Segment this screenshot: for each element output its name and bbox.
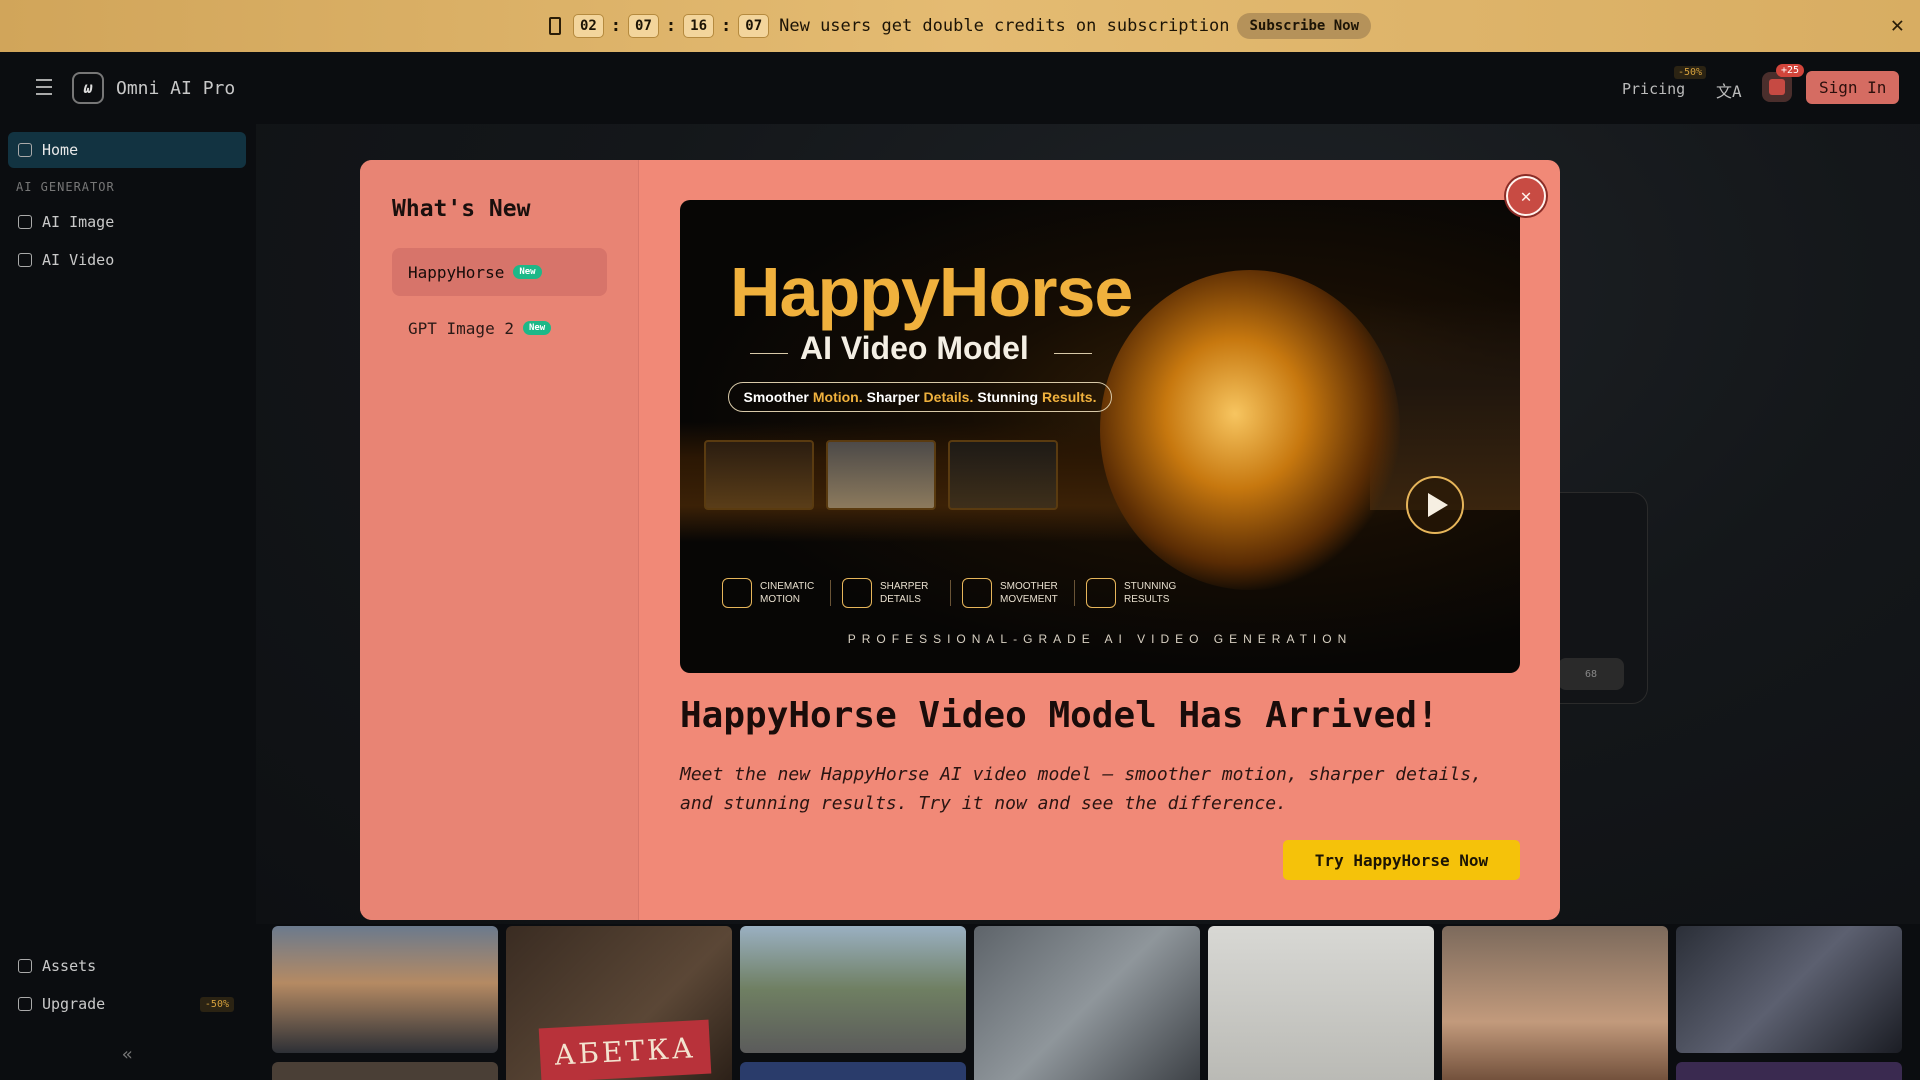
hero-tagline: Smoother Motion. Sharper Details. Stunni… <box>728 382 1112 412</box>
gallery-thumbnail[interactable] <box>740 926 966 1053</box>
sidebar-item-home[interactable]: Home <box>8 132 246 168</box>
phone-icon <box>548 17 561 35</box>
feature-stunning-results: STUNNING RESULTS <box>1086 576 1176 610</box>
announcement-description: Meet the new HappyHorse AI video model —… <box>680 764 1482 814</box>
gallery-thumbnail[interactable] <box>740 1062 966 1080</box>
feature-sharper-details: SHARPER DETAILS <box>842 576 928 610</box>
sidebar-item-label: Assets <box>42 957 97 975</box>
layers-icon <box>962 578 992 608</box>
hero-subtitle: AI Video Model <box>800 330 1029 366</box>
logo-icon[interactable]: ω <box>72 72 104 104</box>
modal-tab-panel: What's New HappyHorse New GPT Image 2 Ne… <box>360 160 639 920</box>
sidebar-item-ai-image[interactable]: AI Image <box>8 204 246 240</box>
sidebar-section-title: AI GENERATOR <box>16 180 115 194</box>
gallery-thumbnail[interactable] <box>1676 926 1902 1053</box>
feature-cinematic-motion: CINEMATIC MOTION <box>722 576 814 610</box>
gallery-thumbnail[interactable] <box>974 926 1200 1080</box>
tab-gpt-image-2[interactable]: GPT Image 2 New <box>392 304 607 352</box>
pricing-link[interactable]: Pricing <box>1622 80 1685 98</box>
modal-title: What's New <box>392 196 531 222</box>
film-frame <box>704 440 814 510</box>
pricing-discount-badge: -50% <box>1674 66 1707 79</box>
timer-minutes: 16 <box>683 14 715 38</box>
sidebar-item-label: AI Video <box>42 251 115 269</box>
sidebar-item-upgrade[interactable]: Upgrade -50% <box>8 986 246 1022</box>
translate-icon[interactable]: 文A <box>1716 78 1742 102</box>
sidebar-item-label: Upgrade <box>42 995 106 1013</box>
sidebar-item-label: Home <box>42 141 79 159</box>
new-badge: New <box>513 265 542 279</box>
close-icon[interactable]: ✕ <box>1891 13 1904 38</box>
4k-icon <box>1086 578 1116 608</box>
video-icon <box>18 253 32 267</box>
collapse-sidebar-icon[interactable]: « <box>122 1044 133 1065</box>
subscribe-button[interactable]: Subscribe Now <box>1237 13 1372 39</box>
timer-days: 02 <box>572 14 604 38</box>
sign-in-button[interactable]: Sign In <box>1806 71 1900 104</box>
crown-icon <box>18 997 32 1011</box>
gallery-thumbnail[interactable] <box>1676 1062 1902 1080</box>
sidebar-item-assets[interactable]: Assets <box>8 948 246 984</box>
home-icon <box>18 143 32 157</box>
promo-banner: 02 : 07 : 16 : 07 New users get double c… <box>0 0 1920 52</box>
gallery-thumbnail[interactable] <box>272 926 498 1053</box>
top-header: ω Omni AI Pro Pricing -50% 文A +25 Sign I… <box>0 52 1920 124</box>
tab-label: GPT Image 2 <box>408 318 514 338</box>
gallery-thumbnail[interactable] <box>1442 926 1668 1080</box>
timer-seconds: 07 <box>738 14 770 38</box>
timer-hours: 07 <box>628 14 659 38</box>
announcement-headline: HappyHorse Video Model Has Arrived! <box>680 695 1439 736</box>
sidebar-item-ai-video[interactable]: AI Video <box>8 242 246 278</box>
promo-message: New users get double credits on subscrip… <box>779 16 1230 36</box>
gift-credits-badge: +25 <box>1776 64 1805 77</box>
fast-forward-icon <box>722 578 752 608</box>
assets-icon <box>18 959 32 973</box>
golden-horse-illustration <box>1100 270 1400 590</box>
image-icon <box>18 215 32 229</box>
film-frame <box>948 440 1058 510</box>
hero-title: HappyHorse <box>730 253 1133 331</box>
try-happyhorse-button[interactable]: Try HappyHorse Now <box>1283 840 1520 880</box>
brand-name[interactable]: Omni AI Pro <box>116 78 235 99</box>
gallery-thumbnail[interactable]: АБЕТКА <box>506 926 732 1080</box>
new-badge: New <box>522 321 552 335</box>
sidebar-item-label: AI Image <box>42 213 115 231</box>
thumbnail-book-title: АБЕТКА <box>538 1019 712 1080</box>
close-icon[interactable]: ✕ <box>1506 176 1546 216</box>
sidebar: Home AI GENERATOR AI Image AI Video Asse… <box>0 124 256 1080</box>
upgrade-discount-badge: -50% <box>199 996 234 1012</box>
tab-happyhorse[interactable]: HappyHorse New <box>392 248 607 296</box>
gallery-thumbnail[interactable] <box>272 1062 498 1080</box>
background-card-chip: 68 <box>1558 658 1624 690</box>
menu-icon[interactable] <box>36 79 52 100</box>
tab-label: HappyHorse <box>408 262 505 282</box>
whats-new-modal: What's New HappyHorse New GPT Image 2 Ne… <box>360 160 1560 920</box>
focus-icon <box>842 578 872 608</box>
hero-image: HappyHorse AI Video Model Smoother Motio… <box>680 200 1520 673</box>
feature-smoother-movement: SMOOTHER MOVEMENT <box>962 576 1058 610</box>
play-icon[interactable] <box>1406 476 1464 534</box>
gallery-thumbnail[interactable] <box>1208 926 1434 1080</box>
hero-footer-text: PROFESSIONAL-GRADE AI VIDEO GENERATION <box>847 632 1353 646</box>
film-frame <box>826 440 936 510</box>
